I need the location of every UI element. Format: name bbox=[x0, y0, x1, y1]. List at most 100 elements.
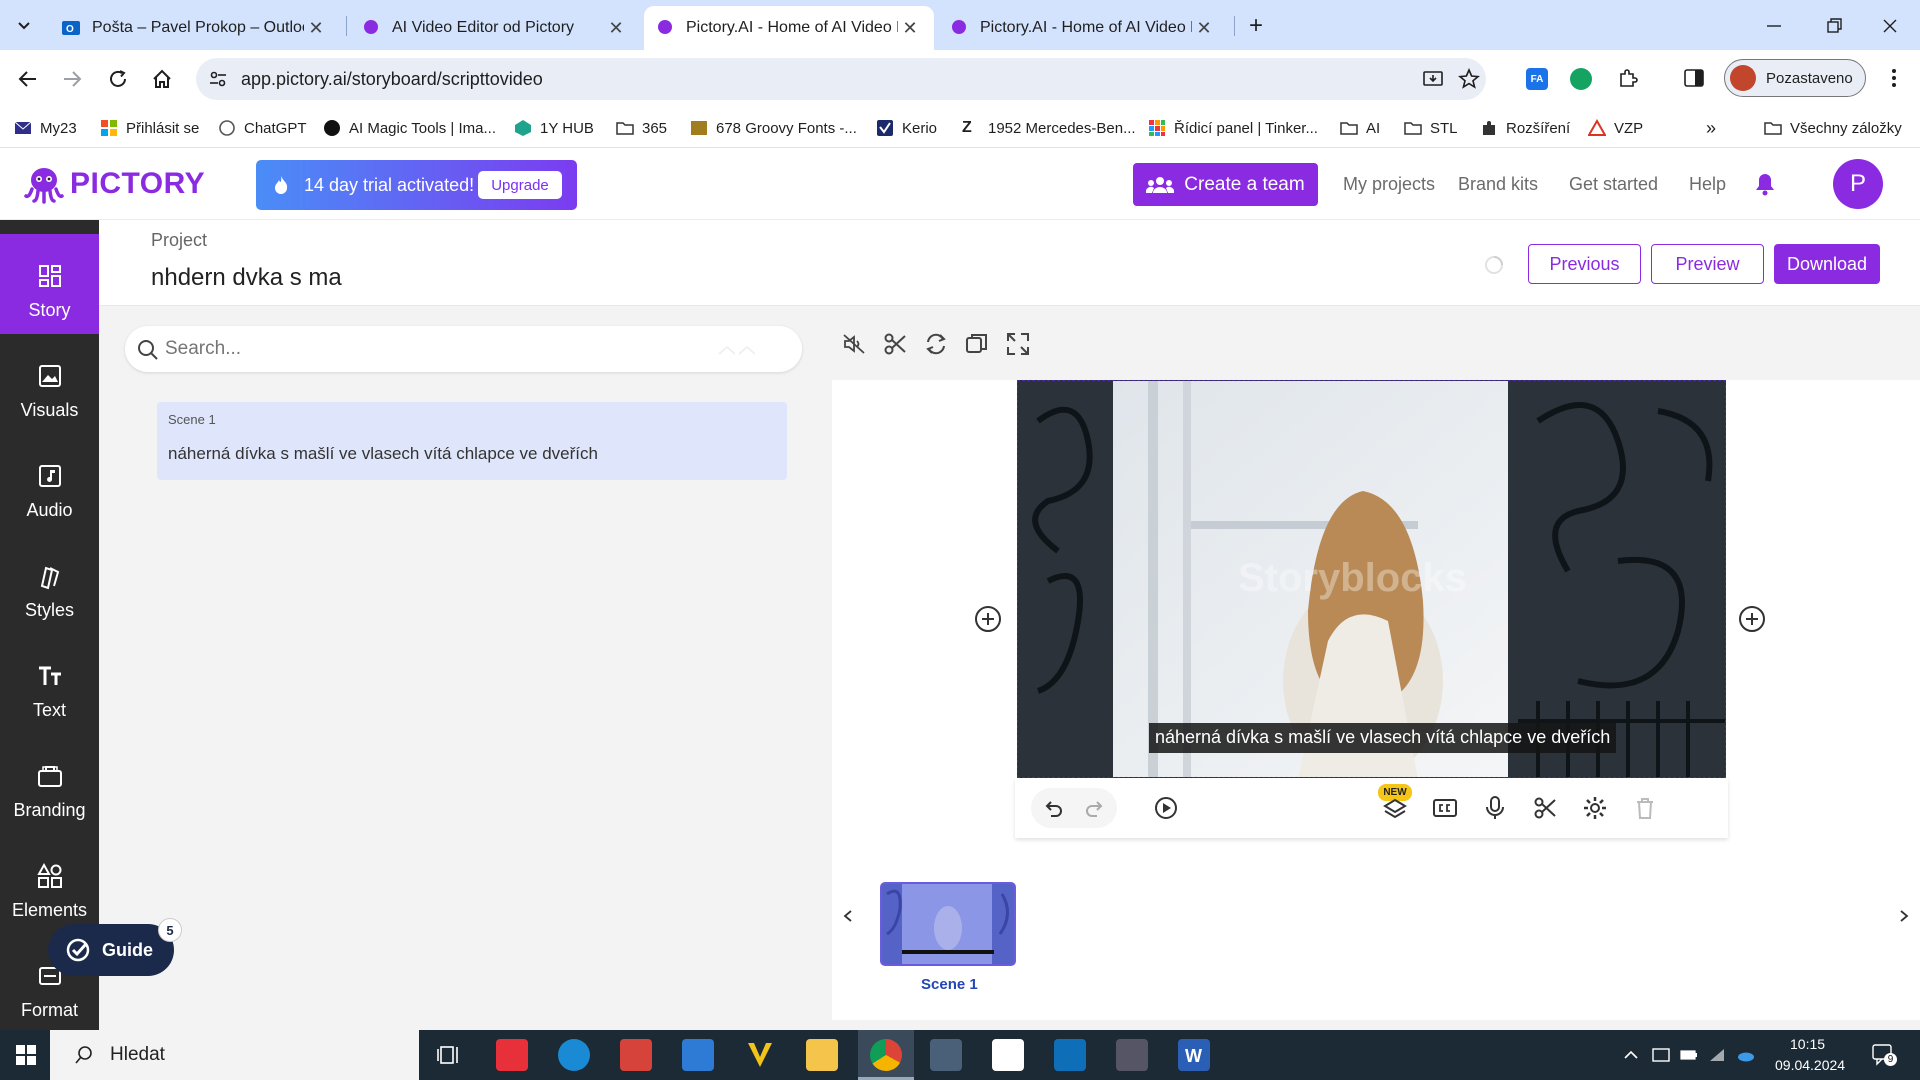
wifi-icon[interactable] bbox=[1708, 1047, 1726, 1063]
bookmark-microsoft-login[interactable]: Přihlásit se bbox=[100, 116, 199, 140]
new-tab-button[interactable]: + bbox=[1242, 12, 1270, 40]
all-bookmarks-button[interactable]: Všechny záložky bbox=[1764, 116, 1902, 140]
onedrive-cloud-icon[interactable] bbox=[1736, 1047, 1754, 1063]
capcut-app-icon[interactable] bbox=[992, 1039, 1024, 1071]
scene-thumbnail[interactable] bbox=[880, 882, 1016, 966]
forward-arrow-icon[interactable] bbox=[54, 61, 90, 97]
reload-icon[interactable] bbox=[100, 61, 136, 97]
camera-app-icon[interactable] bbox=[930, 1039, 962, 1071]
tray-device-icon[interactable] bbox=[1652, 1047, 1670, 1063]
add-scene-after-icon[interactable] bbox=[1738, 605, 1766, 633]
bookmark-vzp[interactable]: VZP bbox=[1588, 116, 1643, 140]
tab-close-icon[interactable]: ✕ bbox=[1192, 16, 1216, 40]
clock-time[interactable]: 10:15 bbox=[1790, 1036, 1825, 1052]
tab-close-icon[interactable]: ✕ bbox=[604, 16, 628, 40]
side-panel-icon[interactable] bbox=[1682, 66, 1706, 90]
calculator-app-icon[interactable] bbox=[1116, 1039, 1148, 1071]
scene-text[interactable]: náherná dívka s mašlí ve vlasech vítá ch… bbox=[168, 444, 598, 464]
duplicate-icon[interactable] bbox=[963, 330, 991, 358]
bookmark-kerio[interactable]: Kerio bbox=[876, 116, 937, 140]
preview-button[interactable]: Preview bbox=[1651, 244, 1764, 284]
install-app-icon[interactable] bbox=[1422, 68, 1444, 90]
scene-search-box[interactable] bbox=[125, 326, 802, 372]
nav-my-projects[interactable]: My projects bbox=[1343, 174, 1435, 195]
nav-help[interactable]: Help bbox=[1689, 174, 1726, 195]
sidebar-item-visuals[interactable]: Visuals bbox=[0, 334, 99, 434]
add-scene-before-icon[interactable] bbox=[974, 605, 1002, 633]
sidebar-item-text[interactable]: Text bbox=[0, 634, 99, 734]
bookmark-groovy-fonts[interactable]: 678 Groovy Fonts -... bbox=[690, 116, 857, 140]
user-avatar[interactable]: P bbox=[1833, 159, 1883, 209]
grammarly-extension-icon[interactable] bbox=[1570, 68, 1592, 90]
notes-app-icon[interactable] bbox=[1054, 1039, 1086, 1071]
bookmark-chatgpt[interactable]: ChatGPT bbox=[218, 116, 307, 140]
battery-icon[interactable] bbox=[1680, 1047, 1698, 1063]
back-arrow-icon[interactable] bbox=[10, 61, 46, 97]
tray-overflow-chevron-icon[interactable] bbox=[1622, 1047, 1640, 1063]
bookmark-folder-stl[interactable]: STL bbox=[1404, 116, 1458, 140]
sidebar-item-audio[interactable]: Audio bbox=[0, 434, 99, 534]
scene-thumbnail-label[interactable]: Scene 1 bbox=[921, 976, 978, 993]
bookmark-ai-magic-tools[interactable]: AI Magic Tools | Ima... bbox=[323, 116, 496, 140]
bookmark-extensions[interactable]: Rozšíření bbox=[1480, 116, 1570, 140]
search-input[interactable] bbox=[165, 336, 725, 362]
sidebar-item-branding[interactable]: Branding bbox=[0, 734, 99, 834]
minimize-window-icon[interactable] bbox=[1762, 14, 1786, 38]
timeline-right-chevron-icon[interactable] bbox=[1896, 908, 1912, 924]
bookmark-1y-hub[interactable]: 1Y HUB bbox=[514, 116, 594, 140]
home-icon[interactable] bbox=[144, 61, 180, 97]
computer-app-icon[interactable] bbox=[682, 1039, 714, 1071]
browser-tab-outlook[interactable]: O Pošta – Pavel Prokop – Outlook ✕ bbox=[50, 6, 340, 50]
previous-button[interactable]: Previous bbox=[1528, 244, 1641, 284]
restore-window-icon[interactable] bbox=[1822, 14, 1846, 38]
pictory-logo[interactable]: PICTORY bbox=[24, 164, 205, 204]
bookmarks-overflow-button[interactable]: » bbox=[1706, 116, 1716, 140]
scissors-icon[interactable] bbox=[881, 330, 909, 358]
sidebar-item-elements[interactable]: Elements bbox=[0, 834, 99, 934]
guide-button[interactable]: Guide 5 bbox=[48, 918, 182, 976]
play-icon[interactable] bbox=[1152, 794, 1180, 822]
bookmark-star-icon[interactable] bbox=[1458, 68, 1480, 90]
video-preview-canvas[interactable]: Storyblocks náherná dívka s mašlí ve vla… bbox=[1017, 380, 1726, 778]
bookmark-tinkercad[interactable]: Řídicí panel | Tinker... bbox=[1148, 116, 1318, 140]
address-bar[interactable]: app.pictory.ai/storyboard/scripttovideo bbox=[196, 58, 1486, 100]
task-view-icon[interactable] bbox=[434, 1039, 466, 1071]
bookmark-my23[interactable]: My23 bbox=[14, 116, 77, 140]
notification-bell-icon[interactable] bbox=[1754, 172, 1776, 196]
clock-date[interactable]: 09.04.2024 bbox=[1775, 1057, 1845, 1073]
swap-icon[interactable] bbox=[922, 330, 950, 358]
browser-tab-pictory-editor[interactable]: AI Video Editor od Pictory ✕ bbox=[350, 6, 640, 50]
undo-icon[interactable] bbox=[1039, 794, 1067, 822]
create-team-button[interactable]: Create a team bbox=[1133, 163, 1318, 206]
bookmark-mercedes[interactable]: Z 1952 Mercedes-Ben... bbox=[962, 116, 1136, 140]
vectorize-app-icon[interactable] bbox=[744, 1039, 776, 1071]
books-app-icon[interactable] bbox=[620, 1039, 652, 1071]
browser-tab-pictory-home[interactable]: Pictory.AI - Home of AI Video E ✕ bbox=[938, 6, 1228, 50]
file-explorer-icon[interactable] bbox=[806, 1039, 838, 1071]
taskbar-search-box[interactable]: Hledat bbox=[50, 1030, 419, 1080]
tab-close-icon[interactable]: ✕ bbox=[898, 16, 922, 40]
font-awesome-extension-icon[interactable]: FA bbox=[1526, 68, 1548, 90]
delete-trash-icon[interactable] bbox=[1631, 794, 1659, 822]
sidebar-item-styles[interactable]: Styles bbox=[0, 534, 99, 634]
browser-tab-pictory-home-active[interactable]: Pictory.AI - Home of AI Video E ✕ bbox=[644, 6, 934, 50]
word-app-icon[interactable]: W bbox=[1178, 1039, 1210, 1071]
chrome-taskbar-active[interactable] bbox=[858, 1030, 914, 1080]
settings-gear-icon[interactable] bbox=[1581, 794, 1609, 822]
upgrade-button[interactable]: Upgrade bbox=[478, 171, 562, 199]
layers-icon[interactable] bbox=[1381, 794, 1409, 822]
download-button[interactable]: Download bbox=[1774, 244, 1880, 284]
sidebar-item-story[interactable]: Story bbox=[0, 234, 99, 334]
project-name[interactable]: nhdern dvka s ma bbox=[151, 264, 342, 292]
profile-button[interactable]: Pozastaveno bbox=[1724, 59, 1866, 97]
edge-browser-icon[interactable] bbox=[558, 1039, 590, 1071]
tab-close-icon[interactable]: ✕ bbox=[304, 16, 328, 40]
redo-icon[interactable] bbox=[1081, 794, 1109, 822]
mute-icon[interactable] bbox=[840, 330, 868, 358]
browser-menu-icon[interactable] bbox=[1882, 66, 1906, 90]
extensions-puzzle-icon[interactable] bbox=[1616, 66, 1640, 90]
video-caption[interactable]: náherná dívka s mašlí ve vlasech vítá ch… bbox=[1149, 723, 1617, 753]
nav-brand-kits[interactable]: Brand kits bbox=[1458, 174, 1538, 195]
closed-captions-icon[interactable] bbox=[1431, 794, 1459, 822]
site-settings-icon[interactable] bbox=[208, 69, 228, 89]
